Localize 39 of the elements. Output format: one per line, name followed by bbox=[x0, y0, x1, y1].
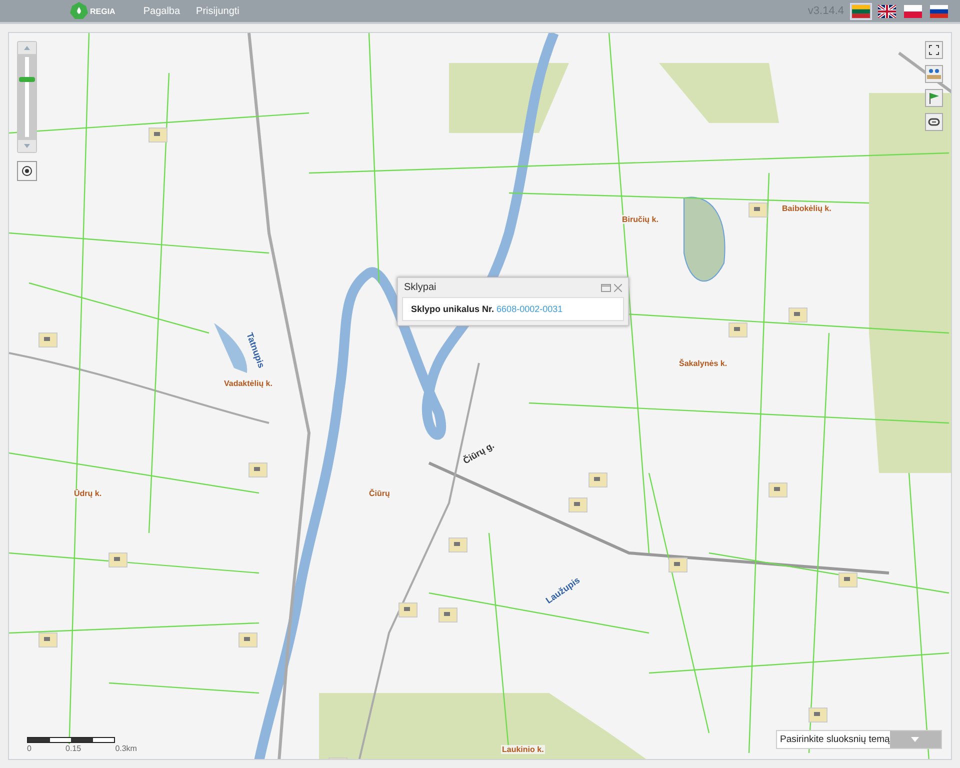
arrows-icon bbox=[928, 44, 940, 56]
theme-select[interactable]: Pasirinkite sluoksnių temą bbox=[776, 730, 942, 749]
zoom-slider[interactable] bbox=[17, 41, 37, 153]
popup-title: Sklypai bbox=[404, 282, 438, 293]
link-button[interactable] bbox=[925, 113, 943, 131]
close-icon[interactable] bbox=[614, 284, 622, 292]
full-extent-button[interactable] bbox=[925, 41, 943, 59]
parcel-link[interactable]: 6608-0002-0031 bbox=[496, 304, 563, 314]
logo-text: REGIA bbox=[90, 6, 116, 16]
flag-icon[interactable] bbox=[930, 4, 948, 18]
scale-label: 0.15 bbox=[66, 744, 82, 753]
caret-up-icon bbox=[24, 46, 30, 50]
nav-link[interactable]: Pagalba bbox=[143, 6, 180, 16]
place-label: Baibokėlių k. bbox=[781, 204, 832, 213]
target-icon bbox=[21, 165, 33, 177]
place-label: Čiūrų bbox=[368, 489, 391, 498]
scale-label: 0.3km bbox=[115, 744, 137, 753]
flag-icon bbox=[928, 92, 940, 104]
place-label: Ūdrų k. bbox=[73, 489, 103, 498]
maximize-icon[interactable] bbox=[601, 284, 612, 292]
flag-button[interactable] bbox=[925, 89, 943, 107]
parcel-number-text: Sklypo unikalus Nr. 6608-0002-0031 bbox=[402, 297, 624, 321]
scale-label: 0 bbox=[27, 744, 32, 753]
place-label: Šakalynės k. bbox=[678, 359, 728, 368]
place-label: Laukinio k. bbox=[501, 745, 545, 754]
link-icon bbox=[928, 118, 940, 126]
nav-link[interactable]: Prisijungti bbox=[196, 6, 240, 16]
locate-button[interactable] bbox=[17, 161, 37, 181]
pond bbox=[214, 323, 248, 373]
place-label: Vadaktėlių k. bbox=[223, 379, 274, 388]
road bbox=[898, 52, 951, 94]
flag-icon[interactable] bbox=[878, 4, 896, 18]
logo-icon bbox=[70, 2, 88, 20]
measure-button[interactable] bbox=[925, 65, 943, 83]
ruler-icon bbox=[927, 68, 941, 80]
caret-down-icon bbox=[24, 144, 30, 148]
zoom-thumb[interactable] bbox=[19, 77, 35, 82]
place-label: Biručių k. bbox=[621, 215, 660, 224]
caret-down-icon bbox=[911, 737, 920, 742]
